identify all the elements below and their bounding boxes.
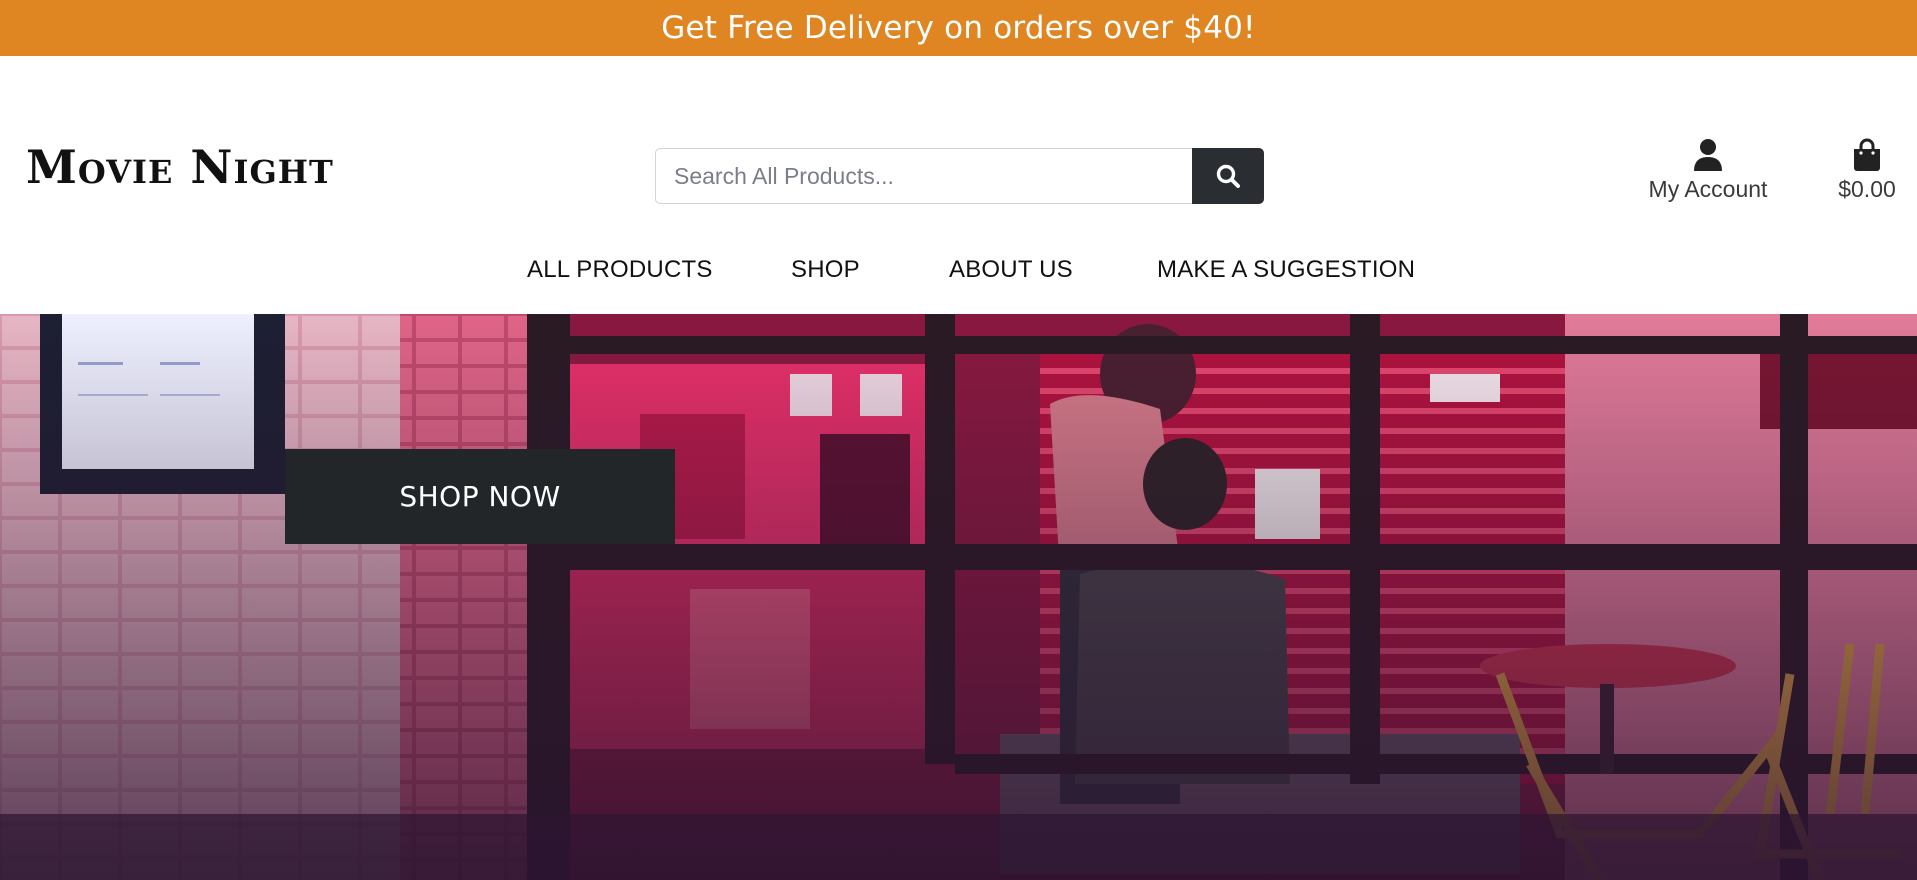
site-logo[interactable]: Movie Night (26, 140, 334, 194)
shopping-bag-icon (1854, 138, 1880, 171)
user-icon (1694, 139, 1722, 171)
promo-banner: Get Free Delivery on orders over $40! (0, 0, 1917, 56)
nav-all-products[interactable]: ALL PRODUCTS (527, 256, 713, 284)
my-account-label: My Account (1648, 176, 1768, 202)
search-input[interactable] (655, 148, 1192, 204)
search-icon (1216, 164, 1240, 188)
promo-text: Get Free Delivery on orders over $40! (661, 10, 1256, 46)
search-button[interactable] (1192, 148, 1264, 204)
search-form (655, 148, 1264, 204)
shop-now-button[interactable]: SHOP NOW (285, 449, 675, 544)
nav-about-us[interactable]: ABOUT US (949, 256, 1073, 284)
main-nav: ALL PRODUCTS SHOP ABOUT US MAKE A SUGGES… (0, 256, 1917, 290)
hero-image (0, 314, 1917, 880)
nav-shop[interactable]: SHOP (791, 256, 860, 284)
nav-make-a-suggestion[interactable]: MAKE A SUGGESTION (1157, 256, 1415, 284)
cart-total: $0.00 (1838, 176, 1896, 202)
cart-link[interactable]: $0.00 (1830, 138, 1904, 203)
hero-banner: SHOP NOW (0, 314, 1917, 880)
my-account-link[interactable]: My Account (1640, 138, 1776, 203)
